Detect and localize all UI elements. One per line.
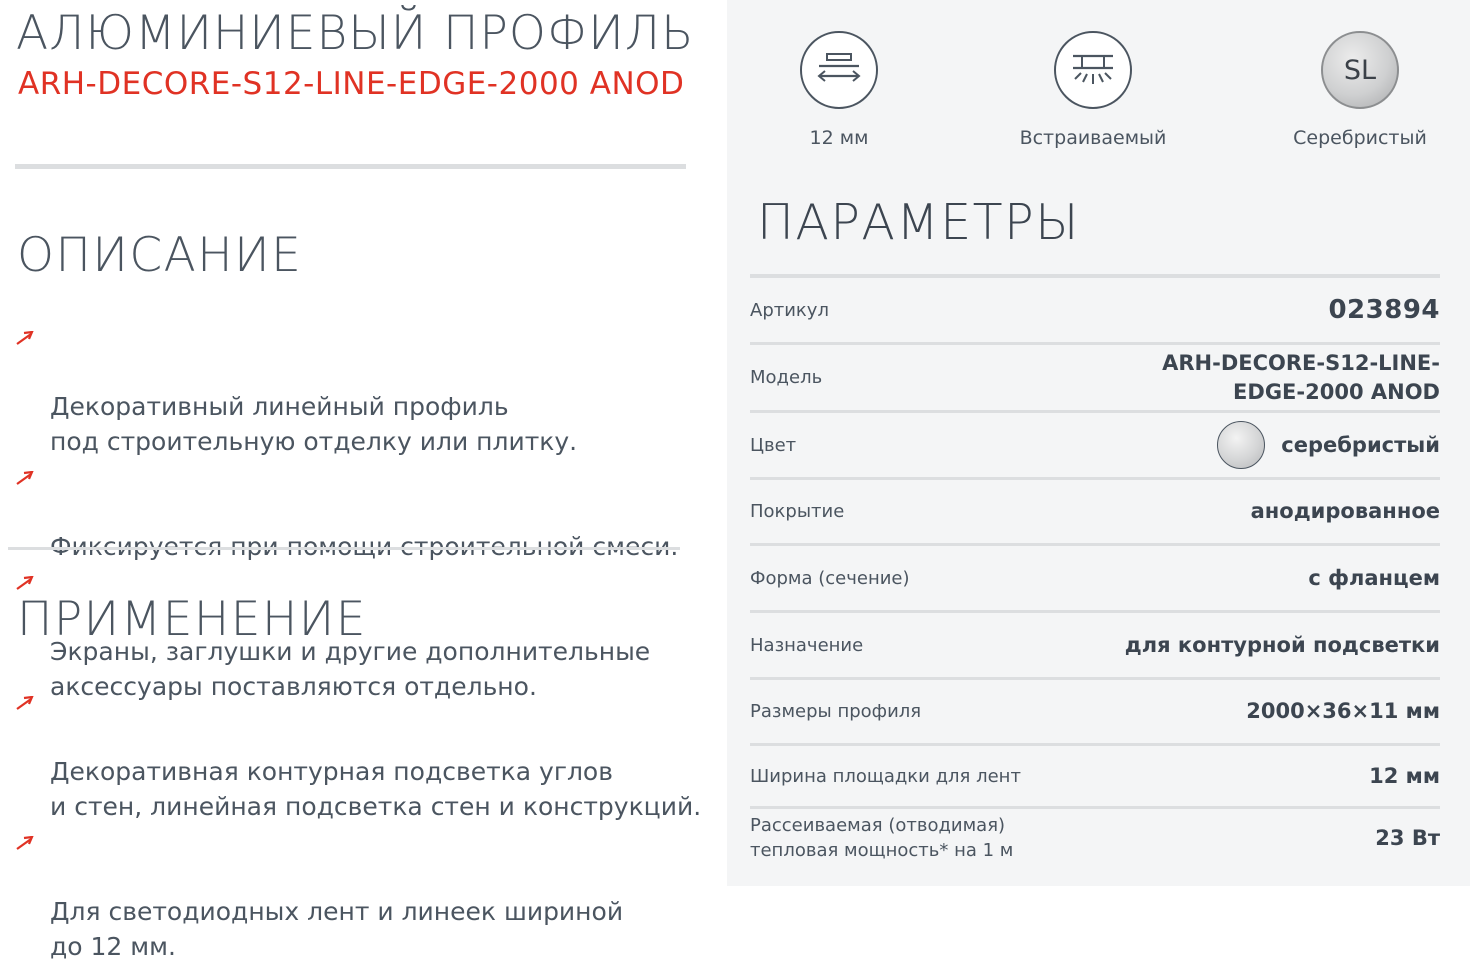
bullet-arrow-icon — [16, 576, 34, 590]
feature-color: SL Серебристый — [1250, 31, 1470, 149]
param-value-wrap: серебристый — [1217, 421, 1440, 469]
list-item: Декоративный линейный профиль под строит… — [14, 319, 714, 459]
param-value: ARH-DECORE-S12-LINE- EDGE-2000 ANOD — [1162, 350, 1440, 404]
list-item: Для светодиодных лент и линеек шириной д… — [14, 824, 714, 964]
param-name: Назначение — [750, 634, 864, 656]
param-value: для контурной подсветки — [1124, 632, 1440, 657]
param-value: анодированное — [1250, 499, 1440, 523]
description-title: ОПИСАНИЕ — [17, 228, 303, 283]
param-row-dimensions: Размеры профиля 2000×36×11 мм — [750, 680, 1440, 746]
param-row-article: Артикул 023894 — [750, 278, 1440, 345]
application-title: ПРИМЕНЕНИЕ — [17, 592, 367, 647]
param-row-heat: Рассеиваемая (отводимая) тепловая мощнос… — [750, 809, 1440, 867]
feature-label: Серебристый — [1293, 127, 1427, 149]
list-item-text: Декоративный линейный профиль под строит… — [50, 392, 578, 456]
divider — [15, 164, 686, 169]
divider — [8, 547, 680, 550]
param-name: Покрытие — [750, 501, 845, 522]
product-model: ARH-DECORE-S12-LINE-EDGE-2000 ANOD — [18, 66, 685, 102]
feature-label: 12 мм — [809, 127, 869, 149]
param-row-purpose: Назначение для контурной подсветки — [750, 613, 1440, 680]
list-item-text: Декоративная контурная подсветка углов и… — [50, 757, 702, 821]
silver-color-icon: SL — [1321, 31, 1399, 109]
param-name: Цвет — [750, 434, 797, 456]
param-value: серебристый — [1281, 432, 1440, 457]
feature-label: Встраиваемый — [1019, 127, 1167, 149]
param-value: 12 мм — [1369, 763, 1440, 788]
param-name: Ширина площадки для лент — [750, 765, 1021, 787]
bullet-arrow-icon — [16, 331, 34, 345]
recessed-mount-icon — [1054, 31, 1132, 109]
param-value: с фланцем — [1308, 565, 1440, 590]
parameters-title: ПАРАМЕТРЫ — [757, 194, 1080, 251]
param-name: Размеры профиля — [750, 701, 922, 722]
page-title: АЛЮМИНИЕВЫЙ ПРОФИЛЬ — [16, 6, 695, 61]
description-panel: АЛЮМИНИЕВЫЙ ПРОФИЛЬ ARH-DECORE-S12-LINE-… — [0, 0, 727, 961]
feature-width: 12 мм — [729, 31, 949, 149]
bullet-arrow-icon — [16, 471, 34, 485]
param-name: Артикул — [750, 299, 829, 321]
param-value: 023894 — [1328, 294, 1440, 325]
param-row-coating: Покрытие анодированное — [750, 480, 1440, 546]
bullet-arrow-icon — [16, 836, 34, 850]
application-list: Декоративная контурная подсветка углов и… — [14, 684, 714, 964]
param-name: Форма (сечение) — [750, 567, 910, 589]
param-name: Модель — [750, 367, 823, 388]
param-value: 23 Вт — [1375, 825, 1440, 850]
param-row-strip-width: Ширина площадки для лент 12 мм — [750, 746, 1440, 809]
param-row-model: Модель ARH-DECORE-S12-LINE- EDGE-2000 AN… — [750, 345, 1440, 413]
list-item-text: Для светодиодных лент и линеек шириной д… — [50, 897, 624, 961]
param-row-color: Цвет серебристый — [750, 413, 1440, 480]
width-arrows-icon — [800, 31, 878, 109]
color-swatch — [1217, 421, 1266, 469]
param-name: Рассеиваемая (отводимая) тепловая мощнос… — [750, 815, 1014, 861]
bullet-arrow-icon — [16, 696, 34, 710]
feature-mount: Встраиваемый — [983, 31, 1203, 149]
list-item: Декоративная контурная подсветка углов и… — [14, 684, 714, 824]
param-row-shape: Форма (сечение) с фланцем — [750, 546, 1440, 613]
param-value: 2000×36×11 мм — [1246, 699, 1440, 723]
